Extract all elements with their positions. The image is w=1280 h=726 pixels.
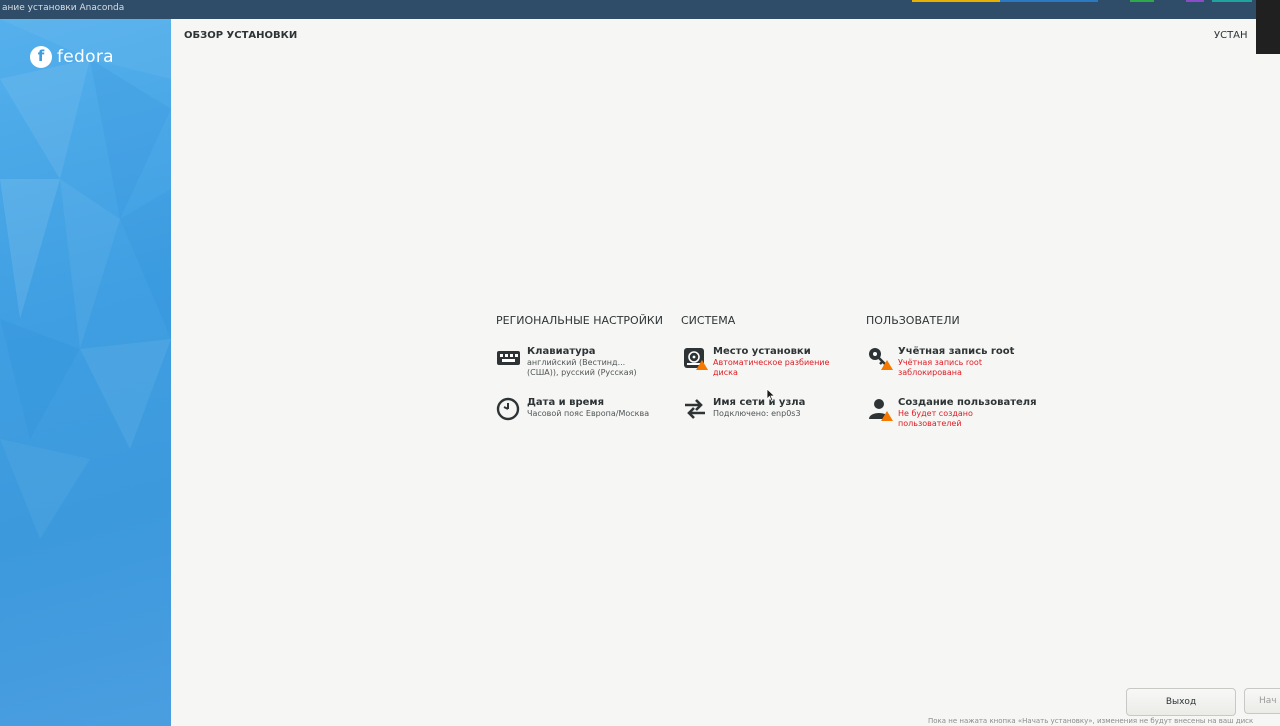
disk-icon: [682, 346, 708, 370]
spoke-keyboard[interactable]: Клавиатура английский (Вестинд... (США))…: [496, 346, 637, 378]
spoke-network-name: Имя сети и узла: [713, 397, 806, 408]
spoke-root-status-line: заблокирована: [898, 368, 962, 377]
spoke-network-hostname[interactable]: Имя сети и узла Подключено: enp0s3: [682, 397, 805, 421]
panel-strip: [912, 0, 1000, 2]
sidebar-pattern: [0, 19, 171, 539]
page-title: ОБЗОР УСТАНОВКИ: [184, 30, 298, 41]
category-system-title: СИСТЕМА: [681, 314, 736, 327]
category-localization-title: РЕГИОНАЛЬНЫЕ НАСТРОЙКИ: [496, 314, 663, 327]
fedora-logo: f fedora: [30, 46, 114, 68]
spoke-user-name: Создание пользователя: [898, 397, 1037, 408]
product-title: УСТАН: [1214, 30, 1248, 41]
footer-note: Пока не нажата кнопка «Начать установку»…: [928, 717, 1254, 725]
keyboard-icon: [496, 346, 522, 370]
spoke-user-creation[interactable]: Создание пользователя Не будет создано п…: [867, 397, 1037, 429]
spoke-destination-status-line: Автоматическое разбиение: [713, 358, 830, 367]
panel-strip: [1186, 0, 1204, 2]
clock-icon: [496, 397, 522, 421]
begin-installation-button[interactable]: Нач: [1244, 688, 1280, 714]
webcam-overlay: [1256, 0, 1280, 54]
spoke-keyboard-status-line: (США)), русский (Русская): [527, 368, 637, 377]
spoke-datetime-name: Дата и время: [527, 397, 605, 408]
sidebar: f fedora: [0, 19, 171, 726]
spoke-destination-status-line: диска: [713, 368, 738, 377]
warning-icon: [881, 360, 893, 370]
spoke-user-status-line: пользователей: [898, 419, 962, 428]
spoke-keyboard-status-line: английский (Вестинд...: [527, 358, 626, 367]
warning-icon: [881, 411, 893, 421]
spoke-destination-name: Место установки: [713, 346, 811, 357]
window-titlebar: ание установки Anaconda: [0, 0, 1280, 19]
spoke-datetime-status-line: Часовой пояс Европа/Москва: [527, 409, 650, 418]
spoke-keyboard-name: Клавиатура: [527, 346, 596, 357]
spoke-datetime[interactable]: Дата и время Часовой пояс Европа/Москва: [496, 397, 649, 421]
panel-strip: [1000, 0, 1098, 2]
root-key-icon: [867, 346, 893, 370]
fedora-wordmark: fedora: [57, 47, 114, 67]
spoke-network-status-line: Подключено: enp0s3: [713, 409, 801, 418]
spoke-root-account[interactable]: Учётная запись root Учётная запись root …: [867, 346, 1014, 378]
fedora-mark-icon: f: [30, 46, 52, 68]
warning-icon: [696, 360, 708, 370]
user-icon: [867, 397, 893, 421]
network-icon: [682, 397, 708, 421]
mouse-cursor-icon: [766, 388, 776, 402]
quit-button[interactable]: Выход: [1126, 688, 1236, 716]
panel-strip: [1130, 0, 1154, 2]
window-title: ание установки Anaconda: [2, 3, 125, 13]
spoke-root-name: Учётная запись root: [898, 346, 1015, 357]
spoke-root-status-line: Учётная запись root: [898, 358, 982, 367]
panel-strip: [1212, 0, 1252, 2]
spoke-installation-destination[interactable]: Место установки Автоматическое разбиение…: [682, 346, 829, 378]
category-users-title: ПОЛЬЗОВАТЕЛИ: [866, 314, 960, 327]
spoke-user-status-line: Не будет создано: [898, 409, 973, 418]
